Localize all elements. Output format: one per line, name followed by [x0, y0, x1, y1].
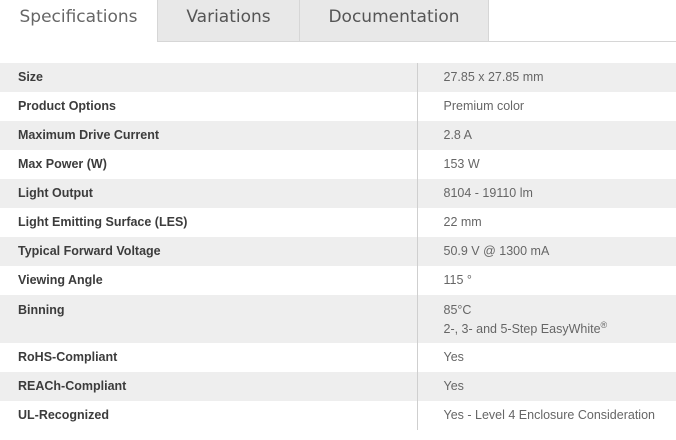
tab-specifications[interactable]: Specifications: [0, 0, 158, 42]
spec-value: 50.9 V @ 1300 mA: [417, 237, 676, 266]
table-row: Light Emitting Surface (LES) 22 mm: [0, 208, 676, 237]
spec-value: Yes: [417, 372, 676, 401]
table-row: Light Output 8104 - 19110 lm: [0, 179, 676, 208]
table-row: Typical Forward Voltage 50.9 V @ 1300 mA: [0, 237, 676, 266]
tab-bar: Specifications Variations Documentation: [0, 0, 676, 42]
spec-value: 115 °: [417, 266, 676, 295]
spec-value: 8104 - 19110 lm: [417, 179, 676, 208]
spec-value: 27.85 x 27.85 mm: [417, 63, 676, 92]
spec-label: Size: [0, 63, 418, 92]
spec-value: Yes - Level 4 Enclosure Consideration: [417, 401, 676, 430]
spec-value: 22 mm: [417, 208, 676, 237]
registered-mark: ®: [600, 320, 608, 330]
spec-label: Max Power (W): [0, 150, 418, 179]
spec-value: Premium color: [417, 92, 676, 121]
tab-documentation[interactable]: Documentation: [300, 0, 489, 41]
spec-value: 153 W: [417, 150, 676, 179]
table-row: REACh-Compliant Yes: [0, 372, 676, 401]
spec-label: Binning: [0, 295, 418, 343]
spec-value: 2.8 A: [417, 121, 676, 150]
spec-value: 85°C 2-, 3- and 5-Step EasyWhite®: [417, 295, 676, 343]
specifications-table: Size 27.85 x 27.85 mm Product Options Pr…: [0, 63, 676, 430]
table-row: Size 27.85 x 27.85 mm: [0, 63, 676, 92]
binning-steps-text: 2-, 3- and 5-Step EasyWhite: [443, 322, 601, 337]
spec-label: RoHS-Compliant: [0, 343, 418, 372]
spec-label: Light Output: [0, 179, 418, 208]
spec-label: UL-Recognized: [0, 401, 418, 430]
binning-temperature: 85°C: [443, 303, 472, 317]
spec-label: Typical Forward Voltage: [0, 237, 418, 266]
spec-label: REACh-Compliant: [0, 372, 418, 401]
table-row: Viewing Angle 115 °: [0, 266, 676, 295]
spec-label: Light Emitting Surface (LES): [0, 208, 418, 237]
table-row: RoHS-Compliant Yes: [0, 343, 676, 372]
table-row: Binning 85°C 2-, 3- and 5-Step EasyWhite…: [0, 295, 676, 343]
table-row: Max Power (W) 153 W: [0, 150, 676, 179]
spec-label: Viewing Angle: [0, 266, 418, 295]
table-row: Product Options Premium color: [0, 92, 676, 121]
spec-label: Maximum Drive Current: [0, 121, 418, 150]
table-row: Maximum Drive Current 2.8 A: [0, 121, 676, 150]
spec-label: Product Options: [0, 92, 418, 121]
binning-steps: 2-, 3- and 5-Step EasyWhite®: [444, 318, 676, 337]
spec-value: Yes: [417, 343, 676, 372]
tab-variations[interactable]: Variations: [158, 0, 300, 41]
table-row: UL-Recognized Yes - Level 4 Enclosure Co…: [0, 401, 676, 430]
